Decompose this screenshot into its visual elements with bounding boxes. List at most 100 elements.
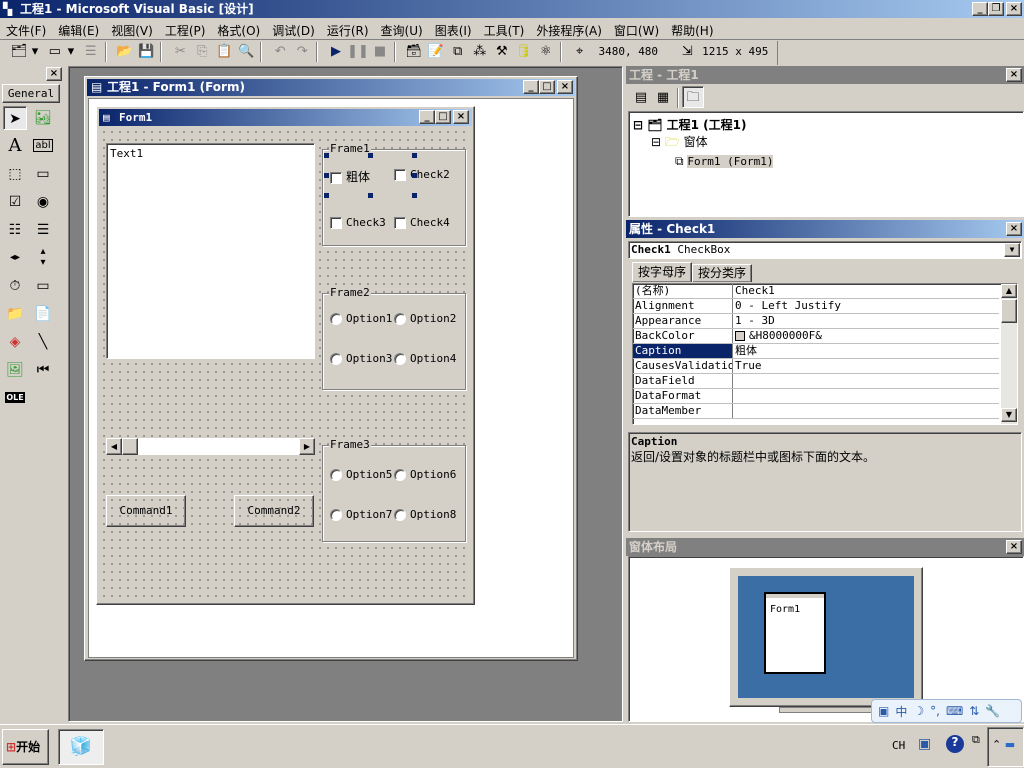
listbox-tool[interactable]: ☰ bbox=[31, 218, 55, 242]
hscrollbar-tool[interactable]: ◂▸ bbox=[3, 246, 27, 270]
toolbox-close-button[interactable]: × bbox=[46, 67, 62, 81]
layout-close-button[interactable]: × bbox=[1006, 540, 1022, 554]
minimize-button[interactable]: _ bbox=[972, 2, 988, 16]
scroll-down-button[interactable]: ▼ bbox=[1001, 408, 1017, 422]
redo-icon[interactable]: ↷ bbox=[291, 41, 313, 63]
find-icon[interactable]: 🔍 bbox=[235, 41, 257, 63]
dropdown-arrow-icon[interactable]: ▾ bbox=[30, 41, 40, 63]
toggle-folders-icon[interactable]: 🗀 bbox=[682, 86, 704, 108]
property-row[interactable]: DataField bbox=[633, 374, 999, 389]
menu-view[interactable]: 视图(V) bbox=[105, 19, 159, 42]
taskbar-vb-button[interactable]: 🧊 bbox=[58, 729, 104, 765]
property-row[interactable]: BackColor &H8000000F& bbox=[633, 329, 999, 344]
combobox-tool[interactable]: ☷ bbox=[3, 218, 27, 242]
menu-edit[interactable]: 编辑(E) bbox=[52, 19, 105, 42]
selection-handle[interactable] bbox=[368, 193, 373, 198]
property-row[interactable]: Caption 粗体 bbox=[633, 344, 999, 359]
shape-tool[interactable]: ◈ bbox=[3, 330, 27, 354]
designer-close-button[interactable]: × bbox=[557, 80, 573, 94]
ime-keyboard-icon[interactable]: ⌨ bbox=[946, 704, 963, 718]
tree-forms-folder[interactable]: ⊟ 🗁 窗体 bbox=[633, 133, 1019, 154]
menu-editor-icon[interactable]: ☰ bbox=[80, 41, 102, 63]
start-button[interactable]: ⊞开始 bbox=[2, 729, 49, 765]
form1-maximize-button[interactable]: □ bbox=[435, 110, 451, 124]
help-icon[interactable]: ? bbox=[946, 735, 964, 753]
tree-project-node[interactable]: ⊟ 🗂 工程1 (工程1) bbox=[633, 116, 1019, 133]
tab-categorized[interactable]: 按分类序 bbox=[692, 264, 752, 282]
pointer-tool[interactable]: ➤ bbox=[3, 106, 27, 130]
timer-tool[interactable]: ⏱ bbox=[3, 274, 27, 298]
property-row[interactable]: DataFormat bbox=[633, 389, 999, 404]
toolbox-icon[interactable]: ⚒ bbox=[491, 41, 513, 63]
tab-alphabetic[interactable]: 按字母序 bbox=[632, 262, 692, 282]
data-tool[interactable]: ⏮ bbox=[31, 358, 55, 382]
undo-icon[interactable]: ↶ bbox=[269, 41, 291, 63]
form1-close-button[interactable]: × bbox=[453, 110, 469, 124]
selection-handle[interactable] bbox=[412, 193, 417, 198]
ime-punctuation-icon[interactable]: °, bbox=[930, 704, 940, 718]
scroll-left-button[interactable]: ◀ bbox=[106, 438, 122, 455]
add-form-icon[interactable]: ▭ bbox=[44, 41, 66, 63]
toolbox-tab-general[interactable]: General bbox=[2, 84, 60, 103]
scroll-up-button[interactable]: ▲ bbox=[1001, 284, 1017, 298]
picturebox-tool[interactable]: 🏜 bbox=[31, 106, 55, 130]
frame1[interactable]: Frame1 bbox=[322, 142, 466, 246]
selection-handle[interactable] bbox=[324, 193, 329, 198]
property-value[interactable]: 0 - Left Justify bbox=[733, 299, 999, 313]
property-row[interactable]: (名称) Check1 bbox=[633, 284, 999, 299]
property-row[interactable]: Appearance 1 - 3D bbox=[633, 314, 999, 329]
copy-icon[interactable]: ⎘ bbox=[191, 41, 213, 63]
project-close-button[interactable]: × bbox=[1006, 68, 1022, 82]
ime-simplified-icon[interactable]: ⇅ bbox=[969, 704, 979, 718]
menu-diagram[interactable]: 图表(I) bbox=[429, 19, 478, 42]
selection-handle[interactable] bbox=[412, 173, 417, 178]
label-tool[interactable]: A bbox=[3, 134, 27, 158]
check2-checkbox[interactable]: Check2 bbox=[394, 168, 450, 181]
filelistbox-tool[interactable]: 📄 bbox=[31, 302, 55, 326]
image-tool[interactable]: 🖼 bbox=[3, 358, 27, 382]
property-value[interactable] bbox=[733, 374, 999, 388]
property-row[interactable]: DataMember bbox=[633, 404, 999, 419]
form1-minimize-button[interactable]: _ bbox=[419, 110, 435, 124]
optionbutton-tool[interactable]: ◉ bbox=[31, 190, 55, 214]
menu-tools[interactable]: 工具(T) bbox=[478, 19, 531, 42]
ime-mode[interactable]: 中 bbox=[895, 703, 907, 720]
selection-handle[interactable] bbox=[412, 153, 417, 158]
command2-button[interactable]: Command2 bbox=[234, 495, 314, 527]
save-icon[interactable]: 💾 bbox=[135, 41, 157, 63]
option6-radio[interactable]: Option6 bbox=[394, 468, 456, 481]
frame-tool[interactable]: ⬚ bbox=[3, 162, 27, 186]
line-tool[interactable]: ╲ bbox=[31, 330, 55, 354]
tree-form1-item[interactable]: ⧉ Form1 (Form1) bbox=[633, 154, 1019, 169]
frame3[interactable]: Frame3 bbox=[322, 438, 466, 542]
show-desktop-icon[interactable]: ▬ bbox=[1005, 738, 1015, 751]
scroll-thumb[interactable] bbox=[1001, 299, 1017, 323]
properties-close-button[interactable]: × bbox=[1006, 222, 1022, 236]
open-folder-icon[interactable]: 📂 bbox=[113, 41, 135, 63]
option1-radio[interactable]: Option1 bbox=[330, 312, 392, 325]
menu-project[interactable]: 工程(P) bbox=[159, 19, 212, 42]
textbox-tool[interactable]: abl bbox=[31, 134, 55, 158]
designer-minimize-button[interactable]: _ bbox=[523, 80, 539, 94]
object-selector[interactable]: Check1 CheckBox ▼ bbox=[628, 241, 1022, 259]
menu-help[interactable]: 帮助(H) bbox=[665, 19, 719, 42]
option4-radio[interactable]: Option4 bbox=[394, 352, 456, 365]
drivelistbox-tool[interactable]: ▭ bbox=[31, 274, 55, 298]
language-indicator[interactable]: CH bbox=[892, 739, 905, 752]
selection-handle[interactable] bbox=[368, 153, 373, 158]
check1-checkbox[interactable]: 粗体 bbox=[330, 168, 370, 185]
menu-debug[interactable]: 调试(D) bbox=[266, 19, 321, 42]
restore-windows-icon[interactable]: ⧉ bbox=[972, 733, 980, 747]
property-value[interactable]: True bbox=[733, 359, 999, 373]
scroll-right-button[interactable]: ▶ bbox=[299, 438, 315, 455]
ime-halfwidth-icon[interactable]: ☽ bbox=[913, 704, 924, 718]
property-row[interactable]: CausesValidation True bbox=[633, 359, 999, 374]
vscrollbar-tool[interactable]: ▴ ▾ bbox=[31, 246, 55, 270]
property-value[interactable]: 粗体 bbox=[733, 344, 999, 358]
property-value[interactable] bbox=[733, 389, 999, 403]
menu-query[interactable]: 查询(U) bbox=[375, 19, 429, 42]
check3-checkbox[interactable]: Check3 bbox=[330, 216, 386, 229]
properties-window-icon[interactable]: 📝 bbox=[425, 41, 447, 63]
ime-tray-icon[interactable]: ▣ bbox=[918, 736, 931, 752]
property-value[interactable]: Check1 bbox=[733, 284, 999, 298]
